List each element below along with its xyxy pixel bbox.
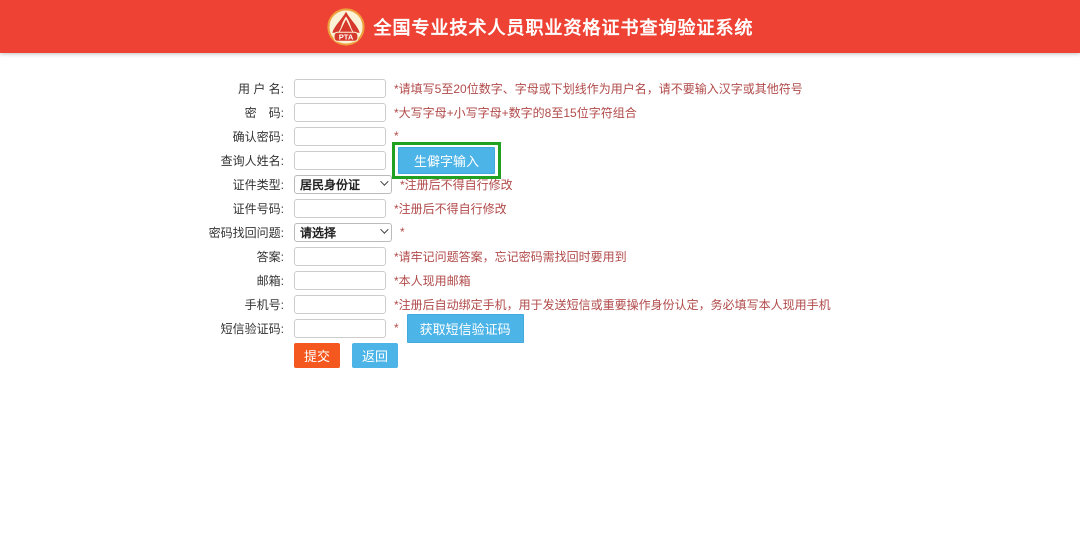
form-row-phone: 手机号: *注册后自动绑定手机，用于发送短信或重要操作身份认定，务必填写本人现用… <box>0 292 1080 316</box>
form-row-id-number: 证件号码: *注册后不得自行修改 <box>0 196 1080 220</box>
password-label: 密 码: <box>244 105 284 120</box>
pta-logo-icon: PTA <box>326 7 365 46</box>
confirm-password-label: 确认密码: <box>232 129 284 144</box>
answer-input[interactable] <box>294 246 386 266</box>
id-number-label: 证件号码: <box>232 201 284 216</box>
submit-button[interactable]: 提交 <box>294 342 341 368</box>
form-row-username: 用 户 名: *请填写5至20位数字、字母或下划线作为用户名，请不要输入汉字或其… <box>0 76 1080 100</box>
username-label: 用 户 名: <box>237 81 284 96</box>
header-bar: PTA 全国专业技术人员职业资格证书查询验证系统 <box>0 0 1080 53</box>
email-input[interactable] <box>294 270 386 290</box>
password-input[interactable] <box>294 102 386 122</box>
phone-input[interactable] <box>294 294 386 314</box>
registration-form: 用 户 名: *请填写5至20位数字、字母或下划线作为用户名，请不要输入汉字或其… <box>0 76 1080 368</box>
recovery-question-select[interactable]: 请选择 <box>294 222 392 242</box>
id-number-hint: *注册后不得自行修改 <box>394 201 507 216</box>
email-label: 邮箱: <box>256 273 284 288</box>
phone-hint: *注册后自动绑定手机，用于发送短信或重要操作身份认定，务必填写本人现用手机 <box>394 297 831 312</box>
get-sms-code-button[interactable]: 获取短信验证码 <box>406 313 524 343</box>
sms-code-input[interactable] <box>294 318 386 338</box>
chevron-down-icon <box>380 176 389 186</box>
answer-label: 答案: <box>256 249 284 264</box>
answer-hint: *请牢记问题答案，忘记密码需找回时要用到 <box>394 249 627 264</box>
form-row-email: 邮箱: *本人现用邮箱 <box>0 268 1080 292</box>
form-row-query-name: 查询人姓名: 生僻字输入 <box>0 141 1080 179</box>
form-actions: 提交 返回 <box>0 342 1080 368</box>
back-button[interactable]: 返回 <box>352 342 399 368</box>
chevron-down-icon <box>380 224 389 234</box>
svg-text:PTA: PTA <box>338 32 353 41</box>
phone-label: 手机号: <box>244 297 284 312</box>
password-hint: *大写字母+小写字母+数字的8至15位字符组合 <box>394 105 637 120</box>
form-row-sms-code: 短信验证码: * 获取短信验证码 <box>0 313 1080 343</box>
sms-code-label: 短信验证码: <box>220 321 284 336</box>
recovery-question-selected-value: 请选择 <box>300 225 337 240</box>
id-type-selected-value: 居民身份证 <box>300 177 361 192</box>
form-row-password: 密 码: *大写字母+小写字母+数字的8至15位字符组合 <box>0 100 1080 124</box>
username-hint: *请填写5至20位数字、字母或下划线作为用户名，请不要输入汉字或其他符号 <box>394 81 803 96</box>
email-hint: *本人现用邮箱 <box>394 273 471 288</box>
query-name-label: 查询人姓名: <box>220 153 284 168</box>
highlight-box: 生僻字输入 <box>392 141 502 179</box>
id-type-select[interactable]: 居民身份证 <box>294 174 392 194</box>
recovery-question-label: 密码找回问题: <box>208 225 284 240</box>
recovery-question-hint: * <box>400 225 405 239</box>
username-input[interactable] <box>294 78 386 98</box>
form-row-confirm-password: 确认密码: * <box>0 124 1080 148</box>
page-title: 全国专业技术人员职业资格证书查询验证系统 <box>373 17 754 38</box>
rare-character-input-button[interactable]: 生僻字输入 <box>398 146 496 174</box>
id-type-label: 证件类型: <box>232 177 284 192</box>
sms-code-hint: * <box>394 321 399 335</box>
form-row-id-type: 证件类型: 居民身份证 *注册后不得自行修改 <box>0 172 1080 196</box>
id-type-hint: *注册后不得自行修改 <box>400 177 513 192</box>
id-number-input[interactable] <box>294 198 386 218</box>
form-row-answer: 答案: *请牢记问题答案，忘记密码需找回时要用到 <box>0 244 1080 268</box>
confirm-password-input[interactable] <box>294 126 386 146</box>
query-name-input[interactable] <box>294 150 386 170</box>
form-row-recovery-question: 密码找回问题: 请选择 * <box>0 220 1080 244</box>
